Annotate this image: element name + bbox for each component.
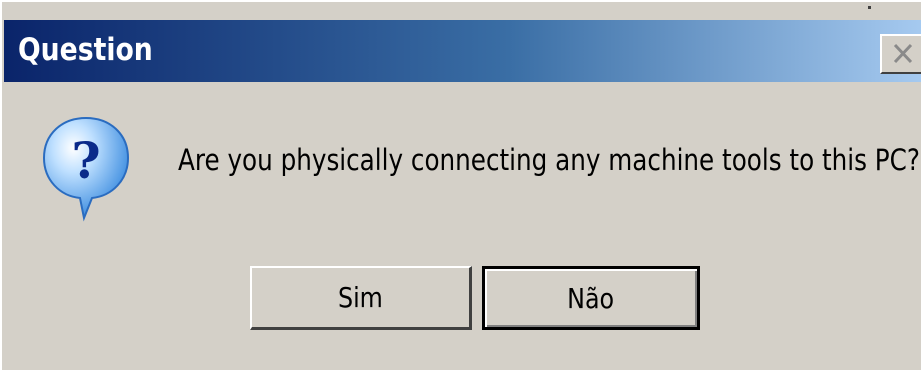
artifact-dot <box>868 6 871 9</box>
yes-button[interactable]: Sim <box>250 266 472 330</box>
question-icon: ? <box>42 116 130 222</box>
svg-text:?: ? <box>71 131 100 190</box>
no-button-label: Não <box>567 281 615 315</box>
close-button[interactable] <box>880 34 921 74</box>
window-top-strip <box>2 2 921 20</box>
question-dialog: Question ? Are you physically connecting… <box>0 0 921 370</box>
close-icon <box>893 43 913 64</box>
window-title: Question <box>18 32 153 68</box>
yes-button-label: Sim <box>338 281 383 314</box>
no-button[interactable]: Não <box>482 266 700 330</box>
dialog-message: Are you physically connecting any machin… <box>178 143 920 177</box>
title-bar[interactable]: Question <box>4 20 921 82</box>
